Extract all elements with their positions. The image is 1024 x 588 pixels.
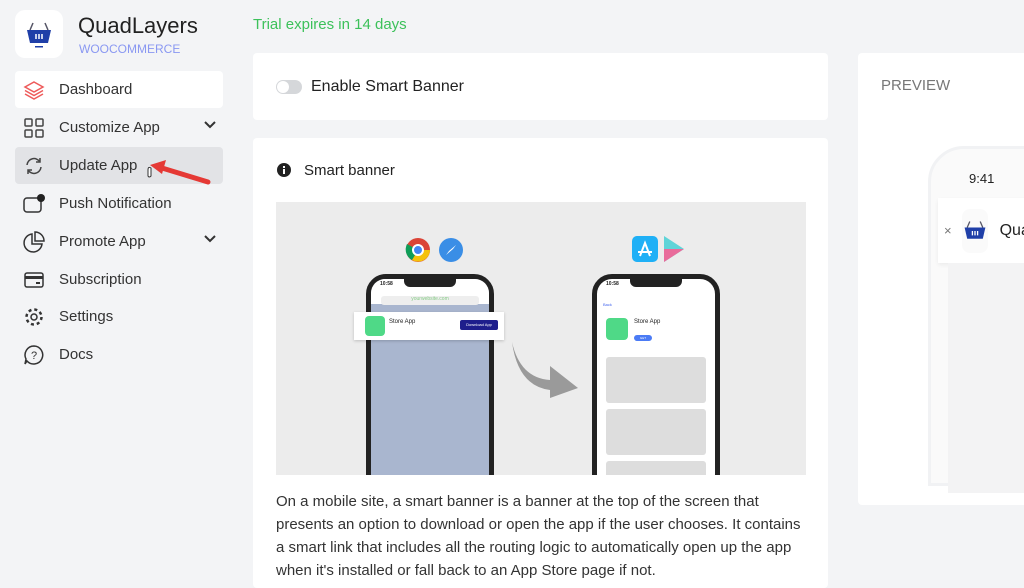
brand-subtitle: WOOCOMMERCE bbox=[79, 42, 181, 56]
sidebar-item-docs[interactable]: ? Docs bbox=[15, 336, 223, 373]
info-icon bbox=[277, 163, 291, 177]
preview-close-icon[interactable]: × bbox=[944, 223, 952, 238]
chevron-down-icon bbox=[204, 235, 216, 243]
trial-notice: Trial expires in 14 days bbox=[253, 16, 407, 33]
basket-icon bbox=[964, 220, 985, 239]
sidebar-item-label: Dashboard bbox=[59, 81, 133, 98]
sidebar-item-push-notification[interactable]: Push Notification bbox=[15, 185, 223, 222]
sidebar-item-customize-app[interactable]: Customize App bbox=[15, 109, 223, 146]
chevron-down-icon bbox=[204, 121, 216, 129]
sidebar-item-label: Promote App bbox=[59, 233, 146, 250]
enable-smart-banner-label: Enable Smart Banner bbox=[311, 78, 464, 95]
preview-app-logo bbox=[961, 208, 988, 253]
sidebar-item-label: Push Notification bbox=[59, 195, 172, 212]
sidebar-item-label: Customize App bbox=[59, 119, 160, 136]
illustration-back: Back bbox=[603, 302, 612, 307]
enable-smart-banner-toggle[interactable] bbox=[276, 80, 302, 94]
sidebar-item-subscription[interactable]: Subscription bbox=[15, 261, 223, 298]
sidebar-item-settings[interactable]: Settings bbox=[15, 298, 223, 335]
info-description: On a mobile site, a smart banner is a ba… bbox=[276, 493, 801, 579]
preview-app-name: QuadLayers bbox=[999, 221, 1024, 239]
preview-title: PREVIEW bbox=[881, 77, 951, 94]
sidebar-item-label: Subscription bbox=[59, 271, 142, 288]
browser-icons bbox=[405, 238, 463, 262]
basket-icon bbox=[27, 22, 51, 48]
gear-icon bbox=[23, 306, 45, 328]
credit-card-icon bbox=[23, 269, 45, 291]
smart-banner-illustration: 10:58 yourwebsite.com Store App Download… bbox=[276, 202, 806, 475]
illustration-app-name: Store App bbox=[634, 319, 661, 325]
sidebar-item-label: Docs bbox=[59, 346, 94, 363]
pie-chart-icon bbox=[23, 230, 45, 253]
store-icons bbox=[632, 236, 684, 262]
illustration-status-time: 10:58 bbox=[606, 281, 619, 287]
preview-time: 9:41 bbox=[969, 171, 995, 186]
refresh-icon bbox=[23, 155, 45, 177]
arrow-icon bbox=[512, 342, 578, 398]
preview-card: PREVIEW 9:41 × QuadLayers bbox=[858, 53, 1024, 505]
annotation-arrow bbox=[147, 160, 211, 185]
illustration-url: yourwebsite.com bbox=[381, 296, 479, 305]
info-title: Smart banner bbox=[304, 162, 395, 179]
illustration-download: Download App bbox=[460, 320, 498, 330]
illustration-get: GET bbox=[634, 335, 652, 341]
layers-icon bbox=[23, 79, 45, 101]
sidebar-item-promote-app[interactable]: Promote App bbox=[15, 223, 223, 260]
app-logo bbox=[15, 10, 63, 58]
sidebar-item-label: Update App bbox=[59, 157, 138, 174]
illustration-status-time: 10:58 bbox=[380, 281, 393, 287]
illustration-app-name: Store App bbox=[389, 319, 416, 325]
sidebar-item-dashboard[interactable]: Dashboard bbox=[15, 71, 223, 108]
brand-name: QuadLayers bbox=[78, 13, 198, 38]
grid-icon bbox=[23, 117, 45, 139]
sidebar-item-label: Settings bbox=[59, 308, 114, 325]
notification-icon bbox=[23, 193, 45, 215]
help-icon: ? bbox=[23, 344, 45, 366]
svg-text:?: ? bbox=[31, 350, 37, 362]
